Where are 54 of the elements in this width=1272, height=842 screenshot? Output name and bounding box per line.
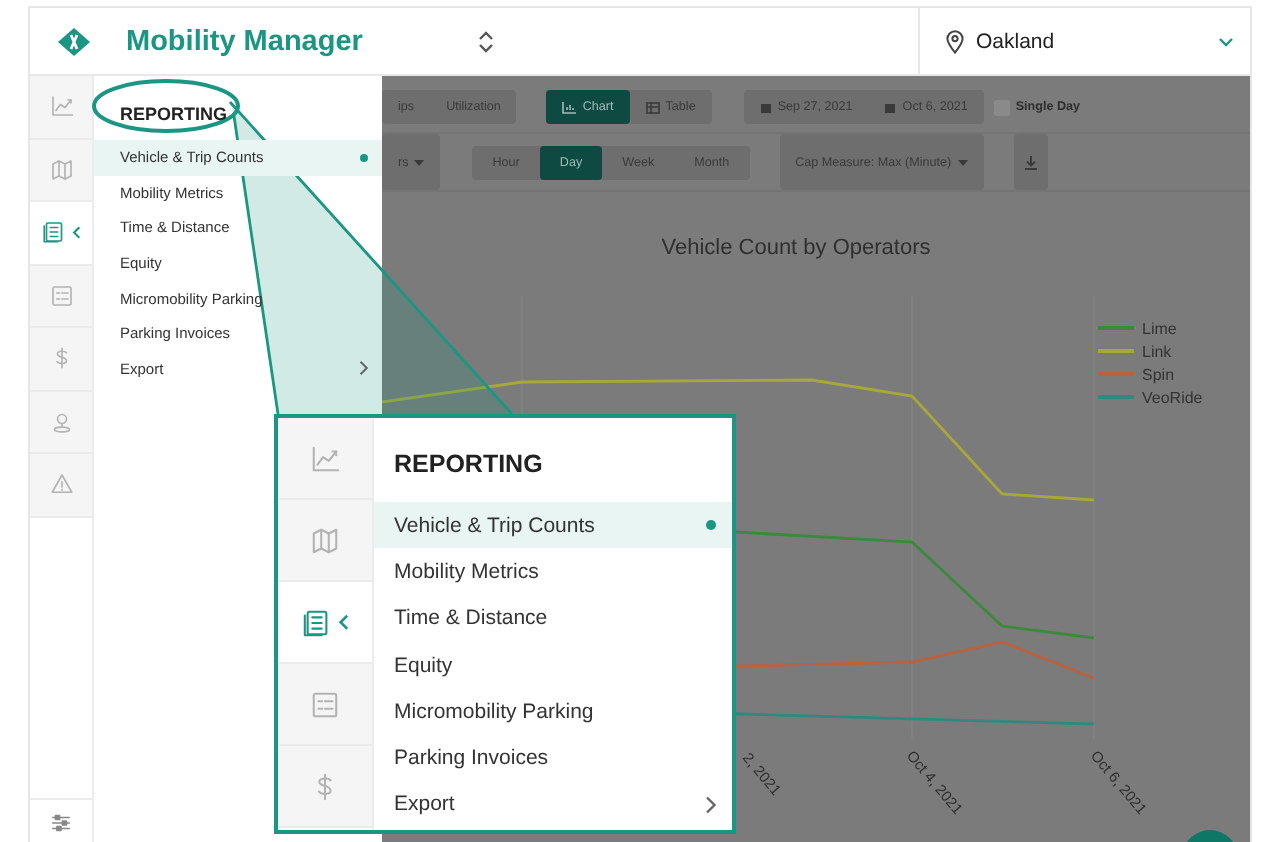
- chevron-right-icon: [358, 360, 368, 377]
- warning-icon: [49, 472, 73, 497]
- menu-item[interactable]: Parking Invoices: [374, 734, 732, 782]
- caret-icon: [957, 159, 968, 165]
- legend-label: VeoRide: [1142, 389, 1203, 407]
- document-icon: [41, 220, 66, 245]
- caret-icon: [414, 159, 425, 165]
- person-pin-icon: [49, 409, 73, 434]
- active-dot: [360, 153, 368, 162]
- app-title: Mobility Manager: [126, 25, 365, 57]
- download-button[interactable]: [1013, 134, 1048, 190]
- nav-button[interactable]: [30, 328, 92, 391]
- menu-item[interactable]: Micromobility Parking: [374, 688, 732, 735]
- nav-button[interactable]: [278, 500, 372, 582]
- download-icon: [1023, 155, 1038, 169]
- bar-chart-icon: [562, 101, 577, 113]
- legend-label: Link: [1142, 343, 1172, 361]
- nav-button[interactable]: [278, 664, 372, 746]
- menu-item[interactable]: Export: [374, 781, 732, 829]
- calendar-icon: [884, 101, 897, 113]
- document-icon: [301, 607, 332, 637]
- nav-button[interactable]: [30, 265, 92, 328]
- nav-button[interactable]: [30, 391, 92, 454]
- line-chart-icon: [49, 94, 73, 119]
- map-icon: [49, 157, 73, 182]
- list-icon: [49, 283, 73, 308]
- legend-label: Lime: [1142, 320, 1177, 338]
- logo-icon: [58, 27, 90, 55]
- section-heading: REPORTING: [120, 104, 228, 124]
- nav-button[interactable]: [30, 76, 92, 139]
- nav-button[interactable]: [278, 418, 372, 500]
- sliders-icon: [50, 811, 72, 833]
- section-heading: REPORTING: [394, 450, 543, 478]
- calendar-icon: [759, 101, 772, 113]
- nav-button[interactable]: [30, 139, 92, 202]
- list-icon: [310, 689, 340, 719]
- legend-label: Spin: [1142, 366, 1175, 384]
- location-pin-icon: [946, 29, 964, 53]
- active-dot: [706, 520, 716, 531]
- menu-item[interactable]: Equity: [374, 641, 732, 689]
- chart-title: Vehicle Count by Operators: [661, 236, 933, 260]
- nav-button[interactable]: [30, 454, 92, 517]
- table-icon: [645, 101, 660, 113]
- sort-icon[interactable]: [478, 29, 494, 53]
- chevron-left-icon: [71, 225, 81, 240]
- chevron-down-icon[interactable]: [1218, 35, 1234, 47]
- menu-item[interactable]: Mobility Metrics: [374, 548, 732, 596]
- location-select[interactable]: Oakland: [976, 29, 1218, 53]
- menu-item[interactable]: Vehicle & Trip Counts: [374, 502, 732, 549]
- chevron-right-icon: [704, 795, 716, 814]
- chevron-left-icon: [337, 613, 349, 631]
- line-chart-icon: [310, 443, 340, 473]
- map-icon: [310, 525, 340, 555]
- menu-item[interactable]: Time & Distance: [374, 595, 732, 642]
